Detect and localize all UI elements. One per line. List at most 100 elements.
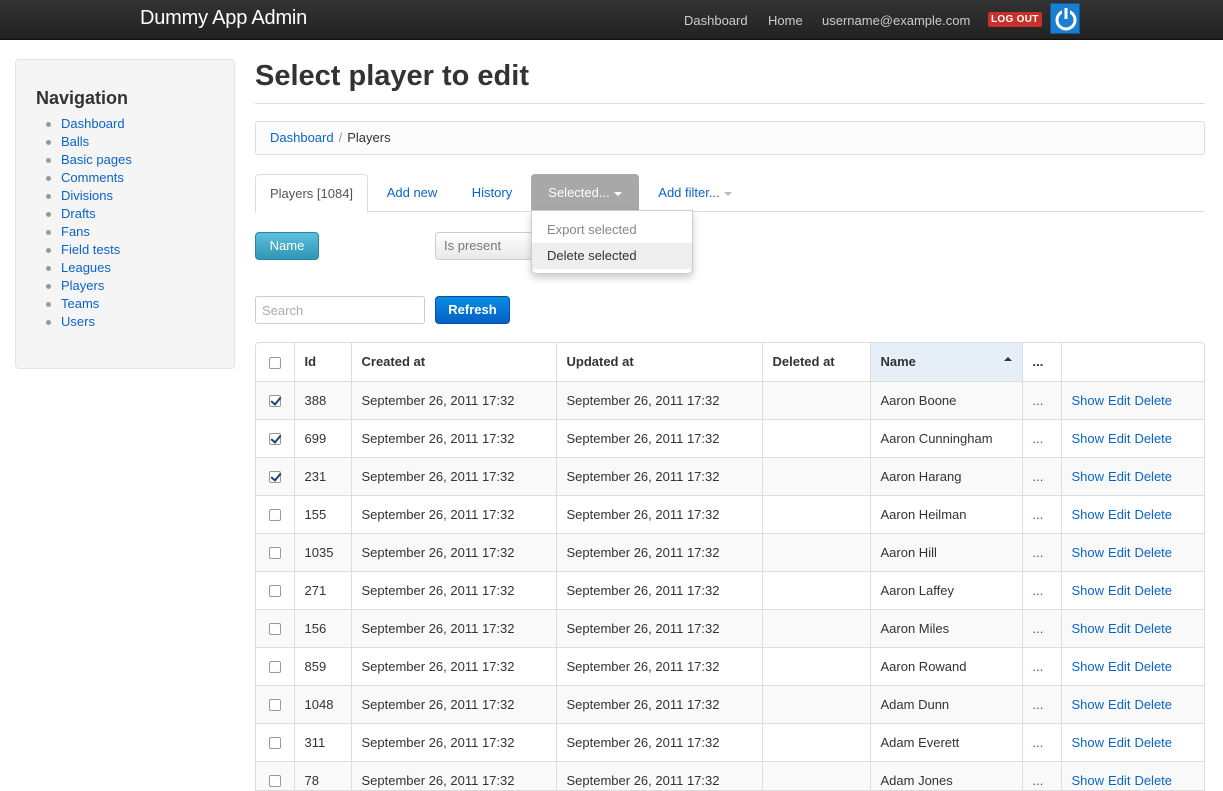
sidebar-link[interactable]: Leagues (61, 260, 111, 275)
logout-button[interactable]: LOG OUT (988, 12, 1042, 27)
delete-link[interactable]: Delete (1134, 735, 1172, 750)
row-checkbox[interactable] (268, 661, 281, 674)
column-header-deleted-at[interactable]: Deleted at (761, 343, 870, 381)
edit-link[interactable]: Edit (1108, 735, 1130, 750)
column-header-more[interactable]: ... (1021, 343, 1061, 381)
sidebar-item-dashboard[interactable]: Dashboard (44, 115, 132, 133)
edit-link[interactable]: Edit (1108, 507, 1130, 522)
tab-add-new[interactable]: Add new (373, 174, 451, 212)
more-link[interactable]: ... (1033, 393, 1044, 408)
edit-link[interactable]: Edit (1108, 697, 1130, 712)
column-header-id[interactable]: Id (293, 343, 351, 381)
row-checkbox[interactable] (268, 471, 281, 484)
row-checkbox[interactable] (268, 699, 281, 712)
show-link[interactable]: Show (1072, 773, 1105, 788)
topnav-user-email[interactable]: username@example.com (822, 0, 970, 40)
sidebar-item-fans[interactable]: Fans (44, 223, 132, 241)
sidebar-item-teams[interactable]: Teams (44, 295, 132, 313)
more-link[interactable]: ... (1033, 431, 1044, 446)
edit-link[interactable]: Edit (1108, 773, 1130, 788)
app-brand[interactable]: Dummy App Admin (140, 7, 307, 30)
more-link[interactable]: ... (1033, 659, 1044, 674)
show-link[interactable]: Show (1072, 545, 1105, 560)
more-link[interactable]: ... (1033, 735, 1044, 750)
edit-link[interactable]: Edit (1108, 621, 1130, 636)
edit-link[interactable]: Edit (1108, 659, 1130, 674)
sidebar-item-field-tests[interactable]: Field tests (44, 241, 132, 259)
more-link[interactable]: ... (1033, 697, 1044, 712)
delete-link[interactable]: Delete (1134, 545, 1172, 560)
sidebar-link[interactable]: Teams (61, 296, 99, 311)
show-link[interactable]: Show (1072, 659, 1105, 674)
row-checkbox[interactable] (268, 509, 281, 522)
more-link[interactable]: ... (1033, 545, 1044, 560)
sidebar-item-users[interactable]: Users (44, 313, 132, 331)
tab-players-list[interactable]: Players [1084] (255, 174, 368, 213)
sidebar-item-comments[interactable]: Comments (44, 169, 132, 187)
more-link[interactable]: ... (1033, 773, 1044, 788)
show-link[interactable]: Show (1072, 469, 1105, 484)
column-header-name[interactable]: Name (869, 343, 1022, 381)
menu-item-delete-selected[interactable]: Delete selected (532, 243, 692, 269)
show-link[interactable]: Show (1072, 393, 1105, 408)
sidebar-link[interactable]: Comments (61, 170, 124, 185)
delete-link[interactable]: Delete (1134, 469, 1172, 484)
more-link[interactable]: ... (1033, 469, 1044, 484)
column-header-updated-at[interactable]: Updated at (555, 343, 762, 381)
show-link[interactable]: Show (1072, 507, 1105, 522)
show-link[interactable]: Show (1072, 583, 1105, 598)
breadcrumb-dashboard[interactable]: Dashboard (270, 130, 334, 145)
edit-link[interactable]: Edit (1108, 393, 1130, 408)
row-checkbox[interactable] (268, 395, 281, 408)
topnav-home[interactable]: Home (768, 0, 803, 40)
delete-link[interactable]: Delete (1134, 697, 1172, 712)
sidebar-link[interactable]: Field tests (61, 242, 120, 257)
more-link[interactable]: ... (1033, 621, 1044, 636)
sidebar-item-balls[interactable]: Balls (44, 133, 132, 151)
sidebar-link[interactable]: Drafts (61, 206, 96, 221)
sidebar-link[interactable]: Dashboard (61, 116, 125, 131)
delete-link[interactable]: Delete (1134, 621, 1172, 636)
sidebar-item-leagues[interactable]: Leagues (44, 259, 132, 277)
search-input[interactable] (255, 296, 425, 324)
more-link[interactable]: ... (1033, 507, 1044, 522)
row-checkbox[interactable] (268, 775, 281, 788)
delete-link[interactable]: Delete (1134, 773, 1172, 788)
edit-link[interactable]: Edit (1108, 431, 1130, 446)
sidebar-item-drafts[interactable]: Drafts (44, 205, 132, 223)
show-link[interactable]: Show (1072, 697, 1105, 712)
sidebar-item-divisions[interactable]: Divisions (44, 187, 132, 205)
sidebar-link[interactable]: Divisions (61, 188, 113, 203)
power-button[interactable] (1050, 3, 1080, 34)
sidebar-link[interactable]: Balls (61, 134, 89, 149)
show-link[interactable]: Show (1072, 621, 1105, 636)
row-checkbox[interactable] (268, 585, 281, 598)
sidebar-link[interactable]: Players (61, 278, 104, 293)
topnav-dashboard[interactable]: Dashboard (684, 0, 748, 40)
show-link[interactable]: Show (1072, 735, 1105, 750)
delete-link[interactable]: Delete (1134, 583, 1172, 598)
edit-link[interactable]: Edit (1108, 545, 1130, 560)
sidebar-link[interactable]: Basic pages (61, 152, 132, 167)
delete-link[interactable]: Delete (1134, 507, 1172, 522)
filter-operator-select[interactable]: Is present (435, 232, 545, 260)
delete-link[interactable]: Delete (1134, 431, 1172, 446)
sidebar-item-players[interactable]: Players (44, 277, 132, 295)
delete-link[interactable]: Delete (1134, 393, 1172, 408)
column-header-created-at[interactable]: Created at (350, 343, 556, 381)
select-all-checkbox[interactable] (268, 356, 281, 369)
refresh-button[interactable]: Refresh (435, 296, 510, 324)
row-checkbox[interactable] (268, 623, 281, 636)
sidebar-link[interactable]: Users (61, 314, 95, 329)
edit-link[interactable]: Edit (1108, 583, 1130, 598)
sidebar-link[interactable]: Fans (61, 224, 90, 239)
edit-link[interactable]: Edit (1108, 469, 1130, 484)
tab-history[interactable]: History (459, 174, 525, 212)
show-link[interactable]: Show (1072, 431, 1105, 446)
delete-link[interactable]: Delete (1134, 659, 1172, 674)
row-checkbox[interactable] (268, 433, 281, 446)
row-checkbox[interactable] (268, 737, 281, 750)
sidebar-item-basic-pages[interactable]: Basic pages (44, 151, 132, 169)
tab-add-filter[interactable]: Add filter... (645, 174, 745, 212)
filter-field-button[interactable]: Name (255, 232, 319, 260)
